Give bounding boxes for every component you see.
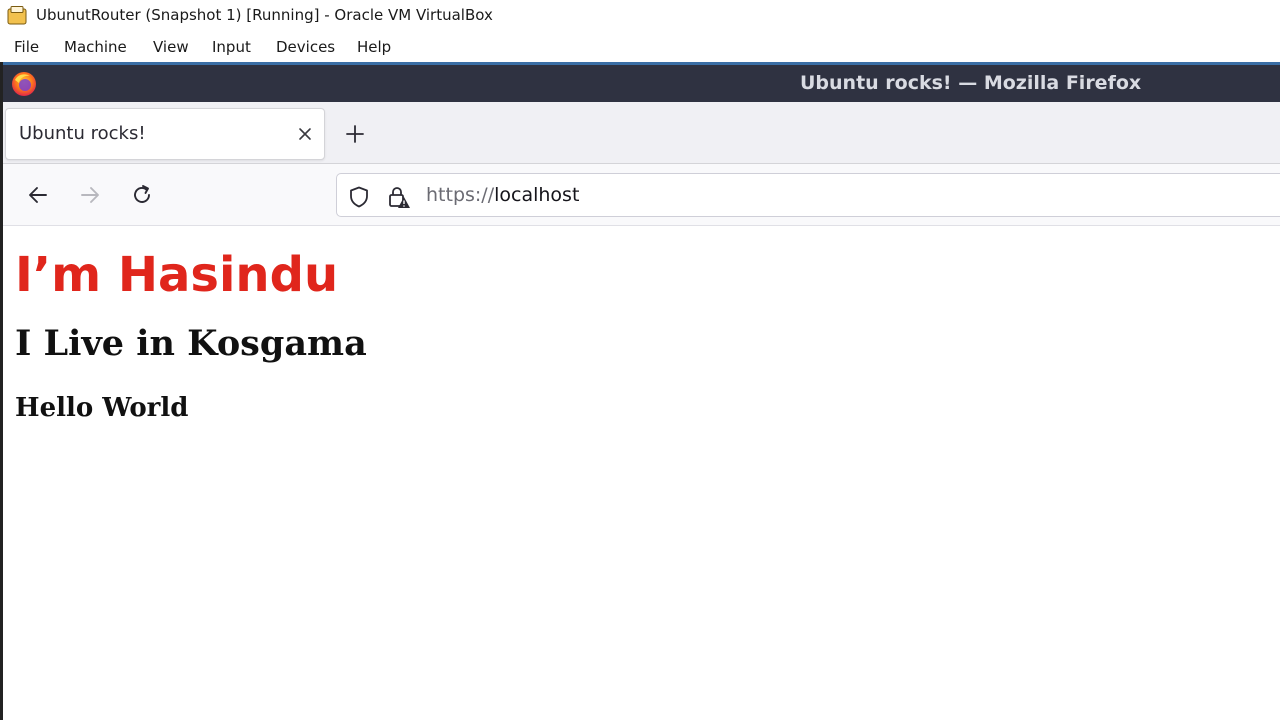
firefox-window-title: Ubuntu rocks! — Mozilla Firefox	[800, 72, 1142, 94]
vbox-menubar: File Machine View Input Devices Help	[0, 32, 1280, 62]
reload-icon[interactable]	[129, 182, 155, 208]
url-host: localhost	[494, 184, 580, 206]
lock-warning-icon[interactable]	[387, 185, 411, 209]
firefox-titlebar: Ubuntu rocks! — Mozilla Firefox	[3, 62, 1280, 102]
firefox-logo-icon	[12, 72, 36, 96]
url-scheme: https://	[426, 184, 495, 206]
url-bar[interactable]: https://localhost	[336, 173, 1280, 217]
menu-devices[interactable]: Devices	[276, 38, 335, 56]
arrow-left-icon[interactable]	[25, 182, 51, 208]
page-content: I’m Hasindu I Live in Kosgama Hello Worl…	[3, 227, 1280, 720]
vbox-window-title: UbunutRouter (Snapshot 1) [Running] - Or…	[36, 6, 493, 24]
menu-machine[interactable]: Machine	[64, 38, 127, 56]
plus-icon[interactable]	[343, 122, 367, 146]
arrow-right-icon[interactable]	[77, 182, 103, 208]
close-icon[interactable]	[294, 123, 316, 145]
guest-display[interactable]: Ubuntu rocks! — Mozilla Firefox Ubuntu r…	[3, 62, 1280, 720]
page-heading-location: I Live in Kosgama	[15, 323, 367, 364]
url-text[interactable]: https://localhost	[426, 184, 579, 206]
menu-help[interactable]: Help	[357, 38, 391, 56]
tab-ubuntu-rocks[interactable]: Ubuntu rocks!	[5, 108, 325, 160]
menu-view[interactable]: View	[153, 38, 189, 56]
tab-strip: Ubuntu rocks!	[3, 102, 1280, 164]
page-heading-hello: Hello World	[15, 393, 189, 423]
tracking-protection-shield-icon[interactable]	[347, 185, 371, 209]
page-heading-name: I’m Hasindu	[15, 247, 339, 303]
virtualbox-icon	[7, 6, 27, 25]
menu-input[interactable]: Input	[212, 38, 251, 56]
nav-bar: https://localhost	[3, 164, 1280, 226]
tab-label: Ubuntu rocks!	[19, 123, 146, 144]
menu-file[interactable]: File	[14, 38, 39, 56]
vbox-titlebar: UbunutRouter (Snapshot 1) [Running] - Or…	[0, 0, 1280, 32]
